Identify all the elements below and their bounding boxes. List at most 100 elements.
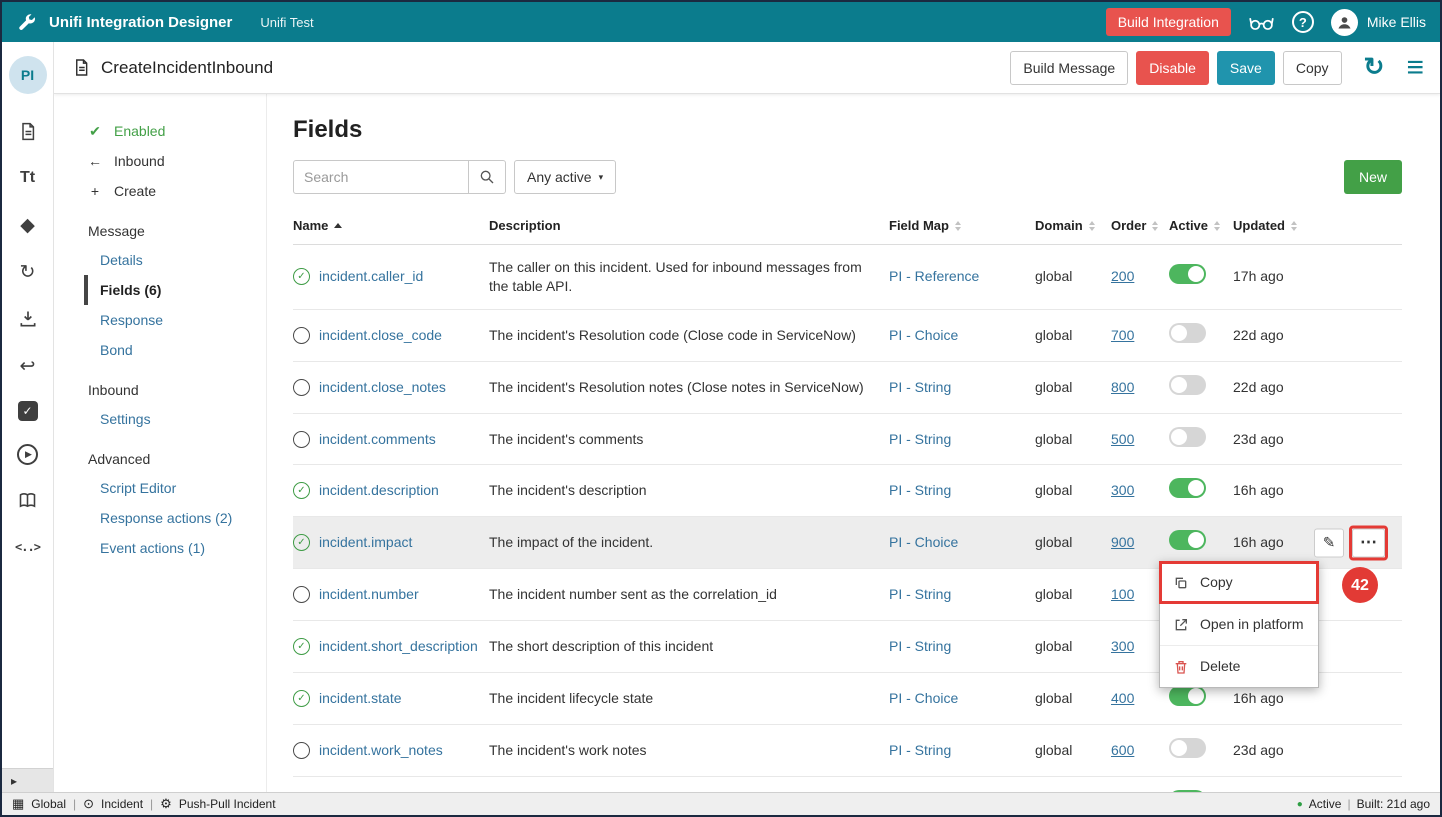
disable-button[interactable]: Disable xyxy=(1136,51,1209,85)
history-icon[interactable]: ↻ xyxy=(16,260,40,284)
hamburger-menu-icon[interactable]: ≡ xyxy=(1406,56,1424,80)
order-link[interactable]: 300 xyxy=(1111,482,1134,498)
column-header-updated[interactable]: Updated xyxy=(1233,212,1402,245)
field-map-link[interactable]: PI - Choice xyxy=(889,690,958,706)
build-message-button[interactable]: Build Message xyxy=(1010,51,1128,85)
search-button[interactable] xyxy=(469,160,506,194)
column-label: Order xyxy=(1111,218,1146,233)
nav-item-script-editor[interactable]: Script Editor xyxy=(84,473,266,503)
field-map-link[interactable]: PI - String xyxy=(889,586,951,602)
field-map-link[interactable]: PI - Choice xyxy=(889,534,958,550)
glasses-icon[interactable] xyxy=(1248,13,1275,32)
column-header-active[interactable]: Active xyxy=(1169,212,1233,245)
help-icon[interactable]: ? xyxy=(1292,11,1314,33)
right-column: CreateIncidentInbound Build Message Disa… xyxy=(54,42,1440,792)
nav-item-create[interactable]: +Create xyxy=(54,176,266,206)
nav-item-fields-6[interactable]: Fields (6) xyxy=(84,275,266,305)
status-item-global[interactable]: Global xyxy=(31,797,66,811)
nav-section-message: Message xyxy=(54,223,266,239)
save-button[interactable]: Save xyxy=(1217,51,1275,85)
active-toggle[interactable] xyxy=(1169,478,1206,498)
book-icon[interactable] xyxy=(16,488,40,512)
active-toggle[interactable] xyxy=(1169,375,1206,395)
order-link[interactable]: 400 xyxy=(1111,690,1134,706)
user-name[interactable]: Mike Ellis xyxy=(1367,14,1426,30)
column-header-field-map[interactable]: Field Map xyxy=(889,212,1035,245)
search-input[interactable] xyxy=(293,160,469,194)
document-icon[interactable] xyxy=(16,119,40,143)
order-link[interactable]: 700 xyxy=(1111,327,1134,343)
active-toggle[interactable] xyxy=(1169,738,1206,758)
field-name-link[interactable]: incident.work_notes xyxy=(319,741,443,760)
nav-item-details[interactable]: Details xyxy=(84,245,266,275)
send-diamond-icon[interactable]: ◆ xyxy=(16,213,40,237)
build-integration-button[interactable]: Build Integration xyxy=(1106,8,1231,36)
column-header-domain[interactable]: Domain xyxy=(1035,212,1111,245)
active-toggle[interactable] xyxy=(1169,427,1206,447)
edit-button[interactable]: ✎ xyxy=(1314,528,1344,557)
undo-icon[interactable]: ↩ xyxy=(16,354,40,378)
active-toggle[interactable] xyxy=(1169,323,1206,343)
download-icon[interactable] xyxy=(16,307,40,331)
field-name-link[interactable]: incident.close_code xyxy=(319,326,442,345)
field-map-link[interactable]: PI - String xyxy=(889,742,951,758)
field-map-link[interactable]: PI - Choice xyxy=(889,327,958,343)
field-map-link[interactable]: PI - String xyxy=(889,379,951,395)
field-name-link[interactable]: incident.caller_id xyxy=(319,267,423,286)
tasks-icon[interactable]: ✓ xyxy=(18,401,38,421)
menu-item-copy[interactable]: Copy xyxy=(1160,562,1318,603)
order-link[interactable]: 200 xyxy=(1111,268,1134,284)
field-description: The caller on this incident. Used for in… xyxy=(489,259,862,294)
play-icon[interactable]: ▶ xyxy=(17,444,38,465)
app-subtitle[interactable]: Unifi Test xyxy=(260,15,313,30)
field-map-link[interactable]: PI - String xyxy=(889,638,951,654)
active-toggle[interactable] xyxy=(1169,790,1206,792)
integration-avatar[interactable]: PI xyxy=(9,56,47,94)
order-link[interactable]: 800 xyxy=(1111,379,1134,395)
menu-item-label: Delete xyxy=(1200,657,1240,676)
field-name-link[interactable]: incident.number xyxy=(319,585,419,604)
text-format-icon[interactable]: Tt xyxy=(16,166,40,190)
active-toggle[interactable] xyxy=(1169,686,1206,706)
field-name-link[interactable]: incident.impact xyxy=(319,533,412,552)
user-avatar[interactable] xyxy=(1331,9,1358,36)
nav-item-event-actions-1[interactable]: Event actions (1) xyxy=(84,533,266,563)
field-name-link[interactable]: incident.close_notes xyxy=(319,378,446,397)
field-name-link[interactable]: incident.description xyxy=(319,481,439,500)
content-row: ✔Enabled←Inbound+CreateMessageDetailsFie… xyxy=(54,94,1440,792)
nav-item-inbound[interactable]: ←Inbound xyxy=(54,146,266,176)
copy-record-button[interactable]: Copy xyxy=(1283,51,1342,85)
column-header-order[interactable]: Order xyxy=(1111,212,1169,245)
menu-item-open-in-platform[interactable]: Open in platform xyxy=(1160,603,1318,645)
order-link[interactable]: 300 xyxy=(1111,638,1134,654)
order-link[interactable]: 100 xyxy=(1111,586,1134,602)
rail-collapse[interactable]: ▸ xyxy=(2,768,53,792)
active-toggle[interactable] xyxy=(1169,530,1206,550)
refresh-icon[interactable]: ↻ xyxy=(1364,55,1385,80)
field-map-link[interactable]: PI - String xyxy=(889,482,951,498)
more-actions-button[interactable]: ⋯ xyxy=(1352,528,1385,557)
field-map-link[interactable]: PI - String xyxy=(889,431,951,447)
nav-item-response[interactable]: Response xyxy=(84,305,266,335)
column-header-name[interactable]: Name xyxy=(293,212,489,245)
order-link[interactable]: 500 xyxy=(1111,431,1134,447)
new-button[interactable]: New xyxy=(1344,160,1402,194)
status-item-push-pull-incident[interactable]: Push-Pull Incident xyxy=(179,797,276,811)
field-map-link[interactable]: PI - Reference xyxy=(889,268,979,284)
active-toggle[interactable] xyxy=(1169,264,1206,284)
nav-item-enabled[interactable]: ✔Enabled xyxy=(54,116,266,146)
nav-item-bond[interactable]: Bond xyxy=(84,335,266,365)
order-link[interactable]: 600 xyxy=(1111,742,1134,758)
table-row-message-header: ✓message.headerThe protocol message head… xyxy=(293,776,1402,792)
menu-item-delete[interactable]: Delete xyxy=(1160,645,1318,687)
code-icon[interactable]: <..> xyxy=(16,535,40,559)
field-name-link[interactable]: incident.comments xyxy=(319,430,436,449)
nav-item-response-actions-2[interactable]: Response actions (2) xyxy=(84,503,266,533)
field-name-link[interactable]: incident.state xyxy=(319,689,402,708)
active-filter-dropdown[interactable]: Any active ▾ xyxy=(514,160,616,194)
status-item-incident[interactable]: Incident xyxy=(101,797,143,811)
field-name-link[interactable]: incident.short_description xyxy=(319,637,478,656)
updated-text: 16h ago xyxy=(1233,482,1284,498)
order-link[interactable]: 900 xyxy=(1111,534,1134,550)
nav-item-settings[interactable]: Settings xyxy=(84,404,266,434)
